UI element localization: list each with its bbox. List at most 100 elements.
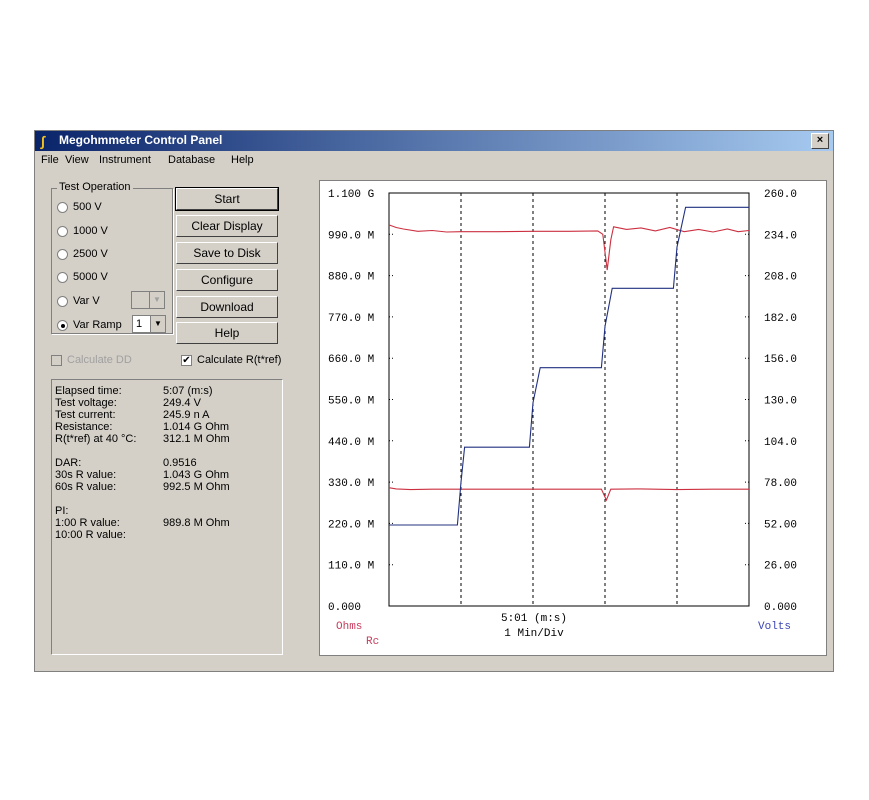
help-button[interactable]: Help <box>176 322 278 344</box>
app-icon: ∫ <box>41 133 45 149</box>
menu-instrument[interactable]: Instrument <box>99 154 151 166</box>
status-panel: Elapsed time: 5:07 (m:s) Test voltage: 249… <box>51 379 283 655</box>
status-value: 1.014 G Ohm <box>163 421 230 433</box>
menu-bar: File View Instrument Database Help <box>35 151 833 169</box>
left-tick-label: 0.000 <box>328 602 361 614</box>
status-value: 5:07 (m:s) <box>163 385 213 397</box>
calculate-r-checkbox[interactable]: ✔ Calculate R(t*ref) <box>181 353 281 367</box>
x-div-label: 1 Min/Div <box>504 628 564 640</box>
status-label: PI: <box>55 505 69 517</box>
left-tick-label: 990.0 M <box>328 230 374 242</box>
radio-1000v[interactable]: 1000 V <box>57 224 108 238</box>
right-tick-label: 156.0 <box>764 354 797 366</box>
right-tick-label: 130.0 <box>764 396 797 408</box>
status-label: 60s R value: <box>55 481 117 493</box>
chevron-down-icon: ▼ <box>149 292 164 308</box>
radio-label: 500 V <box>73 201 102 213</box>
menu-database[interactable]: Database <box>168 154 215 166</box>
status-label: R(t*ref) at 40 °C: <box>55 433 137 445</box>
radio-label: 5000 V <box>73 271 108 283</box>
series-line-ohms <box>388 224 750 271</box>
right-tick-label: 0.000 <box>764 602 797 614</box>
menu-help[interactable]: Help <box>231 154 254 166</box>
title-bar[interactable]: ∫ Megohmmeter Control Panel × <box>35 131 833 151</box>
left-tick-label: 440.0 M <box>328 437 374 449</box>
left-tick-label: 220.0 M <box>328 519 374 531</box>
megohmmeter-window: ∫ Megohmmeter Control Panel × File View … <box>34 130 834 672</box>
chart-panel: 1.100 G 990.0 M 880.0 M 770.0 M 660.0 M 550.0… <box>319 180 827 656</box>
right-tick-label: 52.00 <box>764 519 797 531</box>
status-row: DAR: 0.9516 <box>55 457 275 469</box>
start-button[interactable]: Start <box>175 187 279 211</box>
megohm-chart: 1.100 G 990.0 M 880.0 M 770.0 M 660.0 M 550.0… <box>328 189 797 648</box>
status-value: 989.8 M Ohm <box>163 517 230 529</box>
var-v-dropdown[interactable]: ▼ <box>131 291 165 309</box>
chevron-down-icon: ▼ <box>150 316 165 332</box>
left-axis-label: Ohms <box>336 621 362 633</box>
download-button[interactable]: Download <box>176 296 278 318</box>
checkbox-label: Calculate DD <box>67 354 132 366</box>
clear-display-button[interactable]: Clear Display <box>176 215 278 237</box>
status-row: R(t*ref) at 40 °C: 312.1 M Ohm <box>55 433 275 445</box>
series-line-rc <box>388 487 749 502</box>
radio-label: 2500 V <box>73 248 108 260</box>
left-tick-label: 330.0 M <box>328 478 374 490</box>
status-value: 1.043 G Ohm <box>163 469 230 481</box>
status-row: 10:00 R value: <box>55 529 275 541</box>
left-axis-sublabel: Rc <box>366 636 379 648</box>
var-ramp-dropdown[interactable]: 1 ▼ <box>132 315 166 333</box>
series-line-volts <box>389 206 749 526</box>
status-value: 249.4 V <box>163 397 201 409</box>
radio-5000v[interactable]: 5000 V <box>57 270 108 284</box>
left-tick-label: 770.0 M <box>328 313 374 325</box>
left-tick-label: 660.0 M <box>328 354 374 366</box>
check-icon: ✔ <box>181 354 192 366</box>
checkbox-box <box>51 354 62 366</box>
x-center-label: 5:01 (m:s) <box>501 613 567 625</box>
configure-button[interactable]: Configure <box>176 269 278 291</box>
radio-2500v[interactable]: 2500 V <box>57 247 108 261</box>
status-value: 245.9 n A <box>163 409 210 421</box>
radio-dot <box>57 225 68 237</box>
save-to-disk-button[interactable]: Save to Disk <box>176 242 278 264</box>
var-ramp-value: 1 <box>136 318 143 330</box>
left-tick-label: 550.0 M <box>328 396 374 408</box>
menu-file[interactable]: File <box>41 154 59 166</box>
status-label: Elapsed time: <box>55 385 122 397</box>
status-row: 60s R value: 992.5 M Ohm <box>55 481 275 493</box>
radio-var-v[interactable]: Var V <box>57 294 100 308</box>
right-tick-label: 78.00 <box>764 478 797 490</box>
left-tick-label: 110.0 M <box>328 561 374 573</box>
status-value: 992.5 M Ohm <box>163 481 230 493</box>
menu-view[interactable]: View <box>65 154 89 166</box>
right-tick-label: 260.0 <box>764 189 797 201</box>
radio-dot <box>57 295 68 307</box>
window-title: Megohmmeter Control Panel <box>59 133 223 147</box>
calculate-dd-checkbox[interactable]: Calculate DD <box>51 353 132 367</box>
radio-dot <box>57 248 68 260</box>
status-value: 312.1 M Ohm <box>163 433 230 445</box>
right-tick-label: 182.0 <box>764 313 797 325</box>
right-axis-label: Volts <box>758 621 791 633</box>
close-button[interactable]: × <box>811 133 829 149</box>
status-label: Test voltage: <box>55 397 117 409</box>
radio-500v[interactable]: 500 V <box>57 200 102 214</box>
checkbox-label: Calculate R(t*ref) <box>197 354 282 366</box>
left-tick-label: 1.100 G <box>328 189 374 201</box>
status-label: 30s R value: <box>55 469 117 481</box>
status-row: Resistance: 1.014 G Ohm <box>55 421 275 433</box>
right-tick-label: 234.0 <box>764 230 797 242</box>
test-operation-label: Test Operation <box>57 181 133 193</box>
status-value: 0.9516 <box>163 457 197 469</box>
status-row: Elapsed time: 5:07 (m:s) <box>55 385 275 397</box>
status-row: 1:00 R value: 989.8 M Ohm <box>55 517 275 529</box>
left-tick-label: 880.0 M <box>328 272 374 284</box>
radio-var-ramp[interactable]: Var Ramp <box>57 318 122 332</box>
right-tick-label: 26.00 <box>764 561 797 573</box>
status-row: 30s R value: 1.043 G Ohm <box>55 469 275 481</box>
status-row: Test voltage: 249.4 V <box>55 397 275 409</box>
plot-frame <box>388 192 750 607</box>
status-row: Test current: 245.9 n A <box>55 409 275 421</box>
status-label: Resistance: <box>55 421 113 433</box>
radio-label: Var V <box>73 295 100 307</box>
